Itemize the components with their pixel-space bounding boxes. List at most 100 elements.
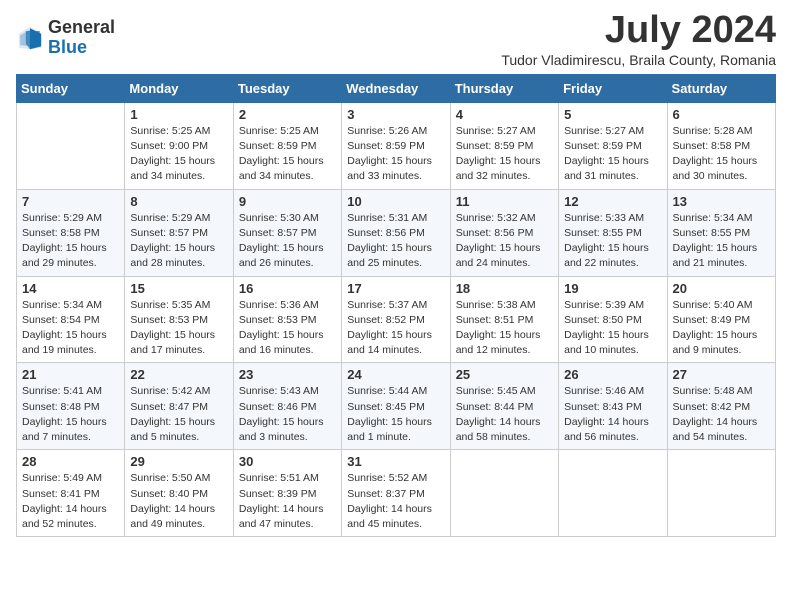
day-info: Sunrise: 5:42 AMSunset: 8:47 PMDaylight:… [130,384,227,445]
logo-blue: Blue [48,37,87,57]
calendar-cell: 27 Sunrise: 5:48 AMSunset: 8:42 PMDayligh… [667,363,775,450]
day-info: Sunrise: 5:30 AMSunset: 8:57 PMDaylight:… [239,211,336,272]
day-number: 31 [347,454,444,469]
day-number: 23 [239,367,336,382]
calendar-cell: 24Sunrise: 5:44 AMSunset: 8:45 PMDayligh… [342,363,450,450]
calendar-cell: 26 Sunrise: 5:46 AMSunset: 8:43 PMDayligh… [559,363,667,450]
logo: General Blue [16,18,115,58]
day-info: Sunrise: 5:27 AMSunset: 8:59 PMDaylight:… [456,124,553,185]
header-row: SundayMondayTuesdayWednesdayThursdayFrid… [17,74,776,102]
header-tuesday: Tuesday [233,74,341,102]
day-info: Sunrise: 5:34 AMSunset: 8:55 PMDaylight:… [673,211,770,272]
day-number: 4 [456,107,553,122]
day-number: 3 [347,107,444,122]
logo-text: General Blue [48,18,115,58]
day-info: Sunrise: 5:27 AMSunset: 8:59 PMDaylight:… [564,124,661,185]
header-sunday: Sunday [17,74,125,102]
day-info: Sunrise: 5:51 AMSunset: 8:39 PMDaylight:… [239,471,336,532]
calendar-cell [17,102,125,189]
calendar-cell: 15 Sunrise: 5:35 AMSunset: 8:53 PMDayligh… [125,276,233,363]
day-info: Sunrise: 5:45 AMSunset: 8:44 PMDaylight:… [456,384,553,445]
calendar-cell: 8 Sunrise: 5:29 AMSunset: 8:57 PMDaylight… [125,189,233,276]
header-monday: Monday [125,74,233,102]
day-number: 10 [347,194,444,209]
day-number: 27 [673,367,770,382]
header-friday: Friday [559,74,667,102]
day-info: Sunrise: 5:26 AMSunset: 8:59 PMDaylight:… [347,124,444,185]
day-info: Sunrise: 5:52 AMSunset: 8:37 PMDaylight:… [347,471,444,532]
location-title: Tudor Vladimirescu, Braila County, Roman… [501,52,776,68]
title-area: July 2024 Tudor Vladimirescu, Braila Cou… [501,10,776,68]
day-info: Sunrise: 5:49 AMSunset: 8:41 PMDaylight:… [22,471,119,532]
day-number: 7 [22,194,119,209]
month-title: July 2024 [501,10,776,52]
calendar-cell: 4 Sunrise: 5:27 AMSunset: 8:59 PMDaylight… [450,102,558,189]
calendar-cell: 3 Sunrise: 5:26 AMSunset: 8:59 PMDaylight… [342,102,450,189]
day-number: 29 [130,454,227,469]
day-number: 28 [22,454,119,469]
day-number: 9 [239,194,336,209]
day-info: Sunrise: 5:40 AMSunset: 8:49 PMDaylight:… [673,298,770,359]
day-number: 12 [564,194,661,209]
calendar-cell: 21 Sunrise: 5:41 AMSunset: 8:48 PMDayligh… [17,363,125,450]
day-number: 15 [130,281,227,296]
day-info: Sunrise: 5:50 AMSunset: 8:40 PMDaylight:… [130,471,227,532]
day-info: Sunrise: 5:39 AMSunset: 8:50 PMDaylight:… [564,298,661,359]
day-info: Sunrise: 5:33 AMSunset: 8:55 PMDaylight:… [564,211,661,272]
day-number: 20 [673,281,770,296]
day-info: Sunrise: 5:32 AMSunset: 8:56 PMDaylight:… [456,211,553,272]
logo-icon [16,24,44,52]
calendar-cell: 17Sunrise: 5:37 AMSunset: 8:52 PMDayligh… [342,276,450,363]
day-info: Sunrise: 5:25 AMSunset: 8:59 PMDaylight:… [239,124,336,185]
day-info: Sunrise: 5:41 AMSunset: 8:48 PMDaylight:… [22,384,119,445]
calendar-cell: 5Sunrise: 5:27 AMSunset: 8:59 PMDaylight… [559,102,667,189]
day-info: Sunrise: 5:35 AMSunset: 8:53 PMDaylight:… [130,298,227,359]
day-info: Sunrise: 5:28 AMSunset: 8:58 PMDaylight:… [673,124,770,185]
calendar-cell: 20 Sunrise: 5:40 AMSunset: 8:49 PMDayligh… [667,276,775,363]
day-number: 11 [456,194,553,209]
day-number: 16 [239,281,336,296]
day-info: Sunrise: 5:44 AMSunset: 8:45 PMDaylight:… [347,384,444,445]
day-info: Sunrise: 5:48 AMSunset: 8:42 PMDaylight:… [673,384,770,445]
calendar-cell: 29 Sunrise: 5:50 AMSunset: 8:40 PMDayligh… [125,450,233,537]
calendar-cell: 28 Sunrise: 5:49 AMSunset: 8:41 PMDayligh… [17,450,125,537]
week-row-3: 21 Sunrise: 5:41 AMSunset: 8:48 PMDayligh… [17,363,776,450]
calendar-cell: 7 Sunrise: 5:29 AMSunset: 8:58 PMDaylight… [17,189,125,276]
week-row-2: 14 Sunrise: 5:34 AMSunset: 8:54 PMDayligh… [17,276,776,363]
day-number: 19 [564,281,661,296]
calendar-cell: 6Sunrise: 5:28 AMSunset: 8:58 PMDaylight… [667,102,775,189]
calendar-cell: 18Sunrise: 5:38 AMSunset: 8:51 PMDayligh… [450,276,558,363]
day-number: 14 [22,281,119,296]
day-number: 30 [239,454,336,469]
calendar-cell: 13Sunrise: 5:34 AMSunset: 8:55 PMDayligh… [667,189,775,276]
calendar-cell: 23 Sunrise: 5:43 AMSunset: 8:46 PMDayligh… [233,363,341,450]
header-wednesday: Wednesday [342,74,450,102]
day-info: Sunrise: 5:29 AMSunset: 8:58 PMDaylight:… [22,211,119,272]
calendar-cell [667,450,775,537]
calendar-cell: 11 Sunrise: 5:32 AMSunset: 8:56 PMDayligh… [450,189,558,276]
page-header: General Blue July 2024 Tudor Vladimiresc… [16,10,776,68]
calendar-cell: 2 Sunrise: 5:25 AMSunset: 8:59 PMDaylight… [233,102,341,189]
calendar-cell: 19 Sunrise: 5:39 AMSunset: 8:50 PMDayligh… [559,276,667,363]
day-info: Sunrise: 5:36 AMSunset: 8:53 PMDaylight:… [239,298,336,359]
day-number: 2 [239,107,336,122]
calendar-cell: 9 Sunrise: 5:30 AMSunset: 8:57 PMDaylight… [233,189,341,276]
day-info: Sunrise: 5:34 AMSunset: 8:54 PMDaylight:… [22,298,119,359]
day-number: 21 [22,367,119,382]
calendar-cell [559,450,667,537]
day-number: 1 [130,107,227,122]
day-info: Sunrise: 5:29 AMSunset: 8:57 PMDaylight:… [130,211,227,272]
header-saturday: Saturday [667,74,775,102]
day-number: 17 [347,281,444,296]
day-number: 26 [564,367,661,382]
week-row-1: 7 Sunrise: 5:29 AMSunset: 8:58 PMDaylight… [17,189,776,276]
calendar-cell: 12 Sunrise: 5:33 AMSunset: 8:55 PMDayligh… [559,189,667,276]
day-number: 8 [130,194,227,209]
calendar-cell: 1 Sunrise: 5:25 AMSunset: 9:00 PMDaylight… [125,102,233,189]
day-number: 25 [456,367,553,382]
day-info: Sunrise: 5:46 AMSunset: 8:43 PMDaylight:… [564,384,661,445]
day-info: Sunrise: 5:31 AMSunset: 8:56 PMDaylight:… [347,211,444,272]
day-info: Sunrise: 5:43 AMSunset: 8:46 PMDaylight:… [239,384,336,445]
day-info: Sunrise: 5:25 AMSunset: 9:00 PMDaylight:… [130,124,227,185]
logo-general: General [48,17,115,37]
